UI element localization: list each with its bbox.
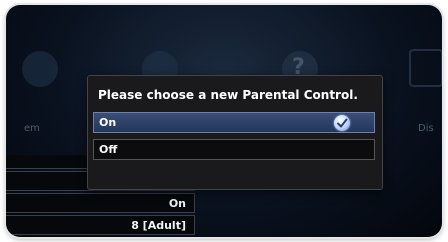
background-menu-label: em bbox=[24, 123, 40, 134]
option-on[interactable]: On bbox=[93, 112, 375, 133]
option-label: On bbox=[99, 116, 117, 129]
settings-row-parental-control[interactable]: On bbox=[6, 193, 195, 213]
checkmark-circle-icon bbox=[334, 115, 350, 131]
dialog-title: Please choose a new Parental Control. bbox=[98, 88, 358, 102]
display-icon bbox=[409, 49, 442, 87]
background-menu-icon bbox=[22, 51, 58, 87]
settings-row-rating[interactable]: 8 [Adult] bbox=[6, 215, 195, 235]
tv-screen: ? em Dis On 8 [Adult] Please choose a ne… bbox=[6, 5, 442, 237]
option-label: Off bbox=[99, 143, 118, 156]
background-menu-label: Dis bbox=[418, 123, 434, 134]
option-off[interactable]: Off bbox=[93, 139, 375, 160]
parental-control-dialog: Please choose a new Parental Control. On… bbox=[87, 75, 383, 190]
